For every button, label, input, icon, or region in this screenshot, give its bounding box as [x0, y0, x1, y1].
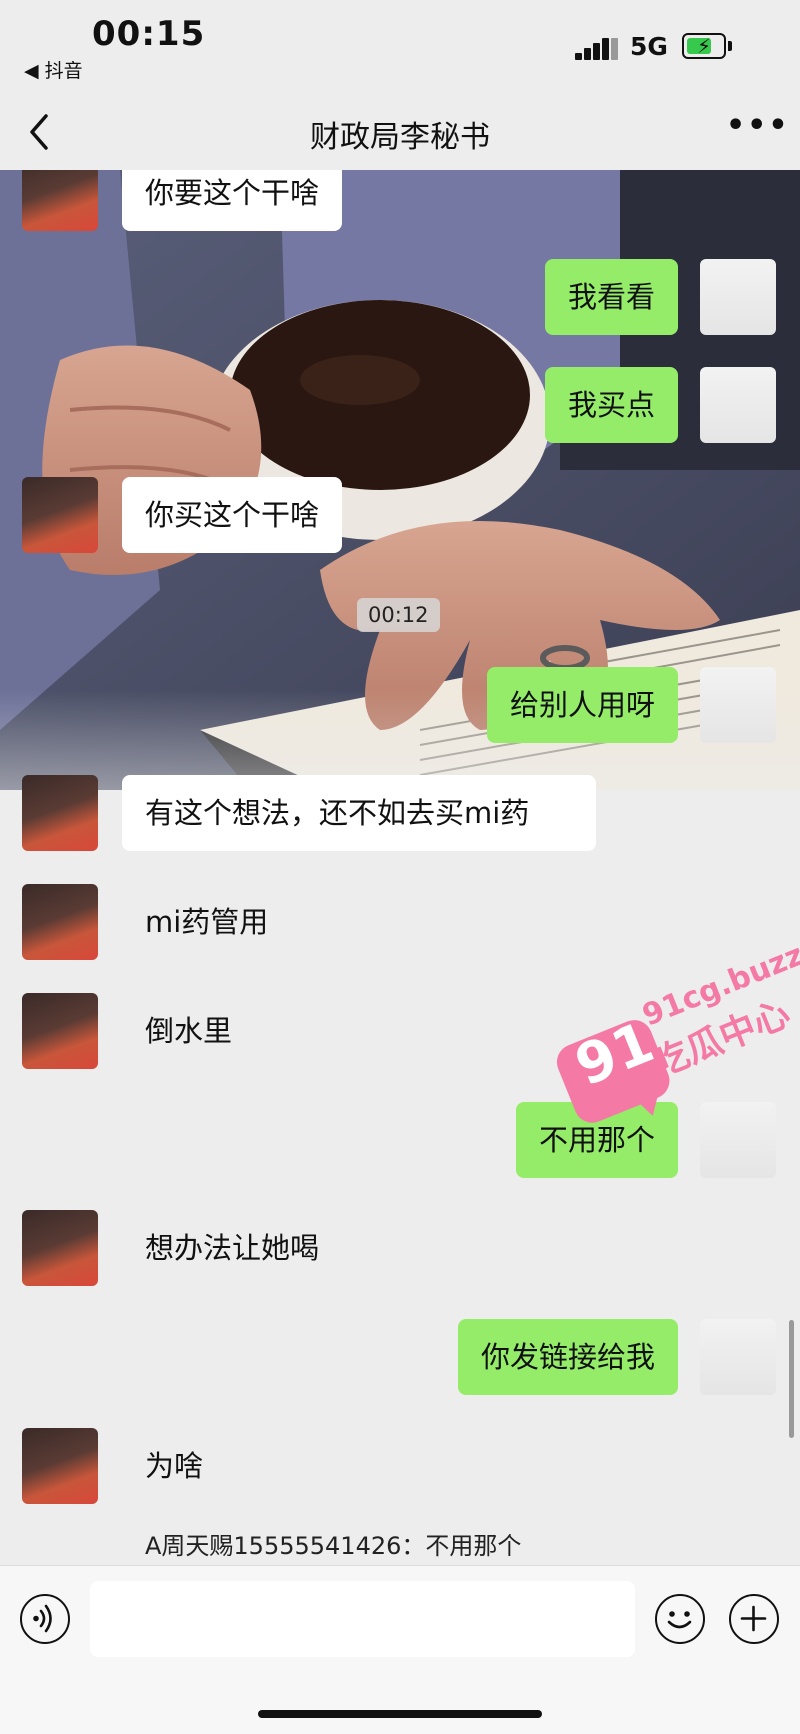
- network-type: 5G: [630, 32, 668, 61]
- message-text-in[interactable]: mi药管用: [145, 884, 268, 960]
- back-to-app-link[interactable]: ◀ 抖音: [24, 56, 83, 83]
- contact-avatar[interactable]: [22, 1210, 98, 1286]
- emoji-icon[interactable]: [655, 1594, 705, 1644]
- watermark-logo: 91 91cg.buzz 吃瓜中心: [544, 937, 800, 1130]
- contact-avatar[interactable]: [22, 170, 98, 231]
- home-indicator[interactable]: [258, 1710, 542, 1718]
- scrollbar[interactable]: [789, 1320, 794, 1438]
- my-avatar[interactable]: [700, 367, 776, 443]
- message-bubble-out[interactable]: 你发链接给我: [457, 1319, 678, 1395]
- contact-avatar[interactable]: [22, 1428, 98, 1504]
- my-avatar[interactable]: [700, 667, 776, 743]
- charging-bolt-icon: ⚡: [697, 34, 712, 58]
- more-dots-icon[interactable]: •••: [726, 108, 790, 143]
- plus-icon[interactable]: [729, 1594, 779, 1644]
- message-bubble-out[interactable]: 给别人用呀: [486, 667, 678, 743]
- my-avatar[interactable]: [700, 259, 776, 335]
- message-list[interactable]: 你要这个干啥 我看看 我买点 你买这个干啥 00:12 给别人用呀 有这个想法，…: [0, 170, 800, 1565]
- message-text-in[interactable]: 倒水里: [145, 993, 232, 1069]
- message-text-in[interactable]: 想办法让她喝: [145, 1210, 319, 1286]
- status-bar: 00:15 ◀ 抖音 5G ⚡: [0, 0, 800, 96]
- contact-avatar[interactable]: [22, 884, 98, 960]
- contact-avatar[interactable]: [22, 477, 98, 553]
- message-input[interactable]: [90, 1581, 635, 1657]
- quoted-message[interactable]: A周天赐15555541426：不用那个: [145, 1526, 521, 1561]
- message-bubble-out[interactable]: 我买点: [544, 367, 678, 443]
- signal-icon: [575, 36, 618, 60]
- message-bubble-out[interactable]: 我看看: [544, 259, 678, 335]
- input-bar: [0, 1565, 800, 1734]
- my-avatar[interactable]: [700, 1319, 776, 1395]
- chat-title: 财政局李秘书: [310, 120, 490, 155]
- time-divider: 00:12: [357, 598, 440, 632]
- message-bubble-in[interactable]: 你买这个干啥: [122, 477, 343, 553]
- status-time: 00:15: [92, 14, 206, 54]
- message-text-in[interactable]: 为啥: [145, 1428, 203, 1504]
- message-bubble-in[interactable]: 有这个想法，还不如去买mi药: [122, 775, 596, 851]
- message-bubble-in[interactable]: 你要这个干啥: [122, 170, 343, 231]
- contact-avatar[interactable]: [22, 775, 98, 851]
- battery-cap: [728, 41, 732, 51]
- contact-avatar[interactable]: [22, 993, 98, 1069]
- chat-header: 财政局李秘书 •••: [0, 96, 800, 170]
- voice-icon[interactable]: [20, 1594, 70, 1644]
